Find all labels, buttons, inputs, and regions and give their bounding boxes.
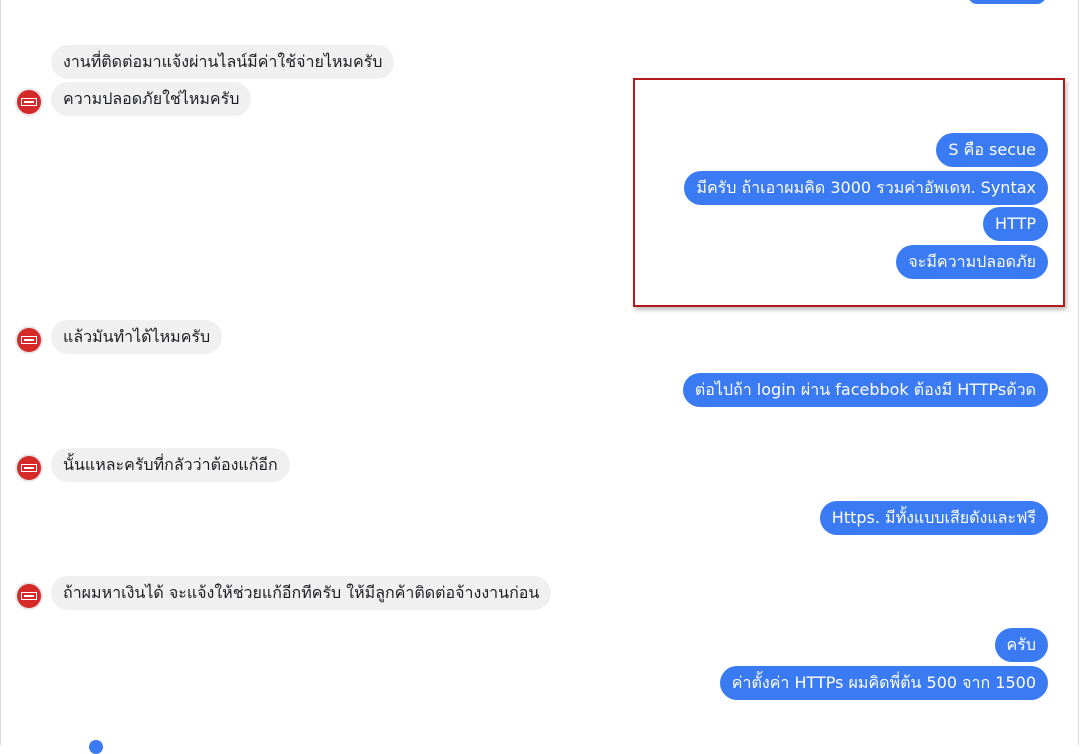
incoming-message[interactable]: งานที่ติดต่อมาแจ้งผ่านไลน์มีค่าใช้จ่ายไห… [51,45,395,79]
outgoing-message[interactable]: มีครับ ถ้าเอาผมคิด 3000 รวมค่าอัพเดท. Sy… [684,171,1048,205]
incoming-message[interactable]: ถ้าผมหาเงินได้ จะแจ้งให้ช่วยแก้อีกทีครับ… [51,576,552,610]
outgoing-message[interactable]: ครับ [994,628,1048,662]
company-logo-icon [21,464,37,472]
chat-window: งานที่ติดต่อมาแจ้งผ่านไลน์มีค่าใช้จ่ายไห… [0,0,1079,754]
previous-outgoing-message-edge[interactable] [968,0,1046,4]
outgoing-message[interactable]: จะมีความปลอดภัย [896,245,1048,279]
incoming-message[interactable]: แล้วมันทำได้ไหมครับ [51,320,223,354]
outgoing-message[interactable]: ต่อไปถ้า login ผ่าน facebbok ต้องมี HTTP… [682,373,1048,407]
outgoing-message[interactable]: S คือ secue [936,133,1048,167]
contact-avatar[interactable] [15,88,43,116]
contact-avatar[interactable] [15,454,43,482]
outgoing-message[interactable]: ค่าตั้งค่า HTTPs ผมคิดพี่ต้น 500 จาก 150… [719,666,1048,700]
company-logo-icon [21,336,37,344]
incoming-message[interactable]: นั้นแหละครับที่กลัวว่าต้องแก้อีก [51,448,290,482]
incoming-message[interactable]: ความปลอดภัยใช่ไหมครับ [51,82,252,116]
company-logo-icon [21,592,37,600]
outgoing-message[interactable]: HTTP [983,207,1048,241]
contact-avatar[interactable] [15,326,43,354]
read-receipt-icon [89,740,103,754]
contact-avatar[interactable] [15,582,43,610]
outgoing-message[interactable]: Https. มีทั้งแบบเสียดังและฟรี [819,501,1048,535]
company-logo-icon [21,98,37,106]
